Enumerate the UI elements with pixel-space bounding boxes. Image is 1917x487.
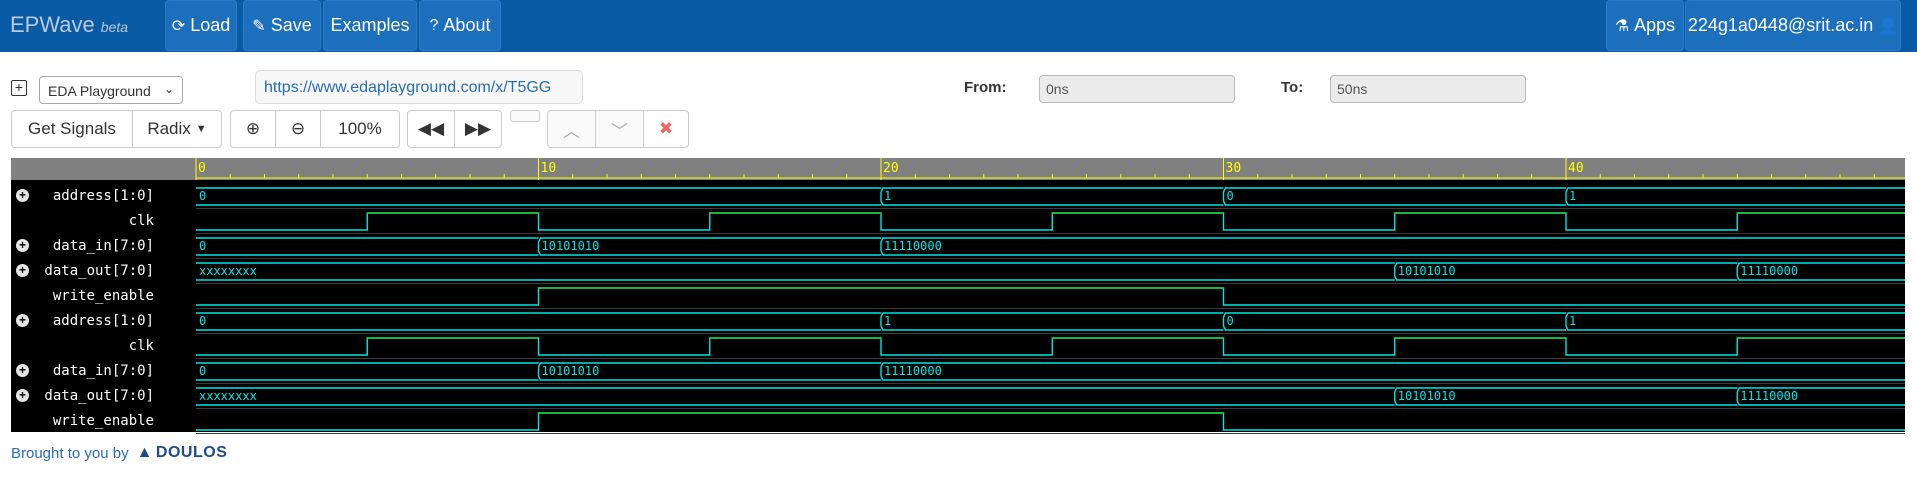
playground-select[interactable]: EDA Playground ⌄ — [39, 76, 183, 104]
chevron-down-icon: ﹀ — [611, 121, 628, 141]
signal-row[interactable]: + data_out[7:0] — [11, 384, 194, 409]
zoom-out-button[interactable]: ⊖ — [275, 110, 321, 148]
signal-name: data_in[7:0] — [52, 363, 154, 379]
user-email: 224g1a0448@srit.ac.in — [1687, 15, 1874, 35]
get-signals-label: Get Signals — [28, 119, 116, 138]
signal-row[interactable]: write_enable — [11, 409, 194, 434]
doulos-brand-text: DOULOS — [155, 444, 228, 461]
brand-name: EPWave — [10, 12, 95, 37]
pencil-icon: ✎ — [252, 17, 266, 35]
zoom-in-button[interactable]: ⊕ — [230, 110, 276, 148]
question-circle-icon: ? — [429, 16, 439, 34]
load-button[interactable]: ⟳ Load — [165, 0, 237, 51]
refresh-icon: ⟳ — [171, 17, 186, 35]
close-icon: ✖ — [658, 119, 674, 138]
zoom-out-icon: ⊖ — [290, 119, 306, 138]
signal-row[interactable]: + data_out[7:0] — [11, 259, 194, 284]
save-label: Save — [270, 15, 312, 35]
doulos-logo-icon: ▲ — [136, 444, 153, 461]
footer-text: Brought to you by — [11, 444, 129, 462]
brand-beta: beta — [100, 19, 129, 35]
waveform-panel — [11, 158, 1905, 432]
to-label: To: — [1281, 79, 1304, 96]
radix-dropdown-button[interactable]: Radix ▼ — [132, 110, 222, 148]
chevron-up-icon: ︿ — [563, 121, 580, 141]
signal-name: address[1:0] — [52, 188, 154, 204]
radix-label: Radix — [147, 119, 191, 138]
user-account-button[interactable]: 224g1a0448@srit.ac.in 👤 — [1685, 0, 1901, 51]
playground-select-value: EDA Playground — [48, 83, 151, 99]
zoom-level-display: 100% — [320, 110, 400, 148]
zoom-in-icon: ⊕ — [245, 119, 261, 138]
examples-button[interactable]: Examples — [323, 0, 417, 51]
go-to-end-button[interactable]: ▶▶ — [454, 110, 502, 148]
signal-name: clk — [128, 213, 154, 229]
expand-signal-icon[interactable]: + — [16, 314, 29, 327]
app-brand[interactable]: EPWave beta — [10, 12, 128, 38]
expand-all-icon[interactable]: + — [11, 80, 27, 96]
expand-signal-icon[interactable]: + — [16, 239, 29, 252]
get-signals-button[interactable]: Get Signals — [11, 110, 133, 148]
from-time-input[interactable]: 0ns — [1039, 75, 1235, 103]
user-icon: 👤 — [1878, 17, 1899, 35]
signal-row[interactable]: + data_in[7:0] — [11, 234, 194, 259]
signal-name: write_enable — [52, 288, 154, 304]
go-to-start-button[interactable]: ◀◀ — [407, 110, 455, 148]
next-edge-button[interactable]: ﹀ — [595, 110, 644, 148]
signal-name: write_enable — [52, 413, 154, 429]
signal-name: address[1:0] — [52, 313, 154, 329]
expand-signal-icon[interactable]: + — [16, 364, 29, 377]
signal-row[interactable]: clk — [11, 209, 194, 234]
examples-label: Examples — [330, 15, 410, 35]
doulos-logo-link[interactable]: ▲ DOULOS — [137, 444, 228, 462]
cursor-value-box — [510, 110, 540, 122]
signal-row[interactable]: write_enable — [11, 284, 194, 309]
about-label: About — [443, 15, 491, 35]
backward-icon: ◀◀ — [417, 119, 445, 138]
signal-row[interactable]: + data_in[7:0] — [11, 359, 194, 384]
signal-row[interactable]: + address[1:0] — [11, 184, 194, 209]
previous-edge-button[interactable]: ︿ — [547, 110, 596, 148]
save-button[interactable]: ✎ Save — [243, 0, 321, 51]
flask-icon: ⚗ — [1614, 17, 1630, 35]
signal-row[interactable]: clk — [11, 334, 194, 359]
expand-signal-icon[interactable]: + — [16, 264, 29, 277]
about-button[interactable]: ? About — [419, 0, 501, 51]
top-navbar: EPWave beta ⟳ Load ✎ Save Examples ? About ⚗… — [0, 0, 1917, 52]
expand-signal-icon[interactable]: + — [16, 389, 29, 402]
signal-row[interactable]: + address[1:0] — [11, 309, 194, 334]
from-label: From: — [964, 79, 1007, 96]
remove-signal-button[interactable]: ✖ — [643, 110, 689, 148]
time-ruler — [11, 158, 1905, 180]
to-time-input[interactable]: 50ns — [1330, 75, 1526, 103]
signal-name: data_out[7:0] — [44, 263, 154, 279]
signal-name: data_in[7:0] — [52, 238, 154, 254]
expand-signal-icon[interactable]: + — [16, 189, 29, 202]
apps-label: Apps — [1634, 15, 1676, 35]
footer-credit: Brought to you by ▲ DOULOS — [11, 444, 227, 462]
signal-name: data_out[7:0] — [44, 388, 154, 404]
load-label: Load — [190, 15, 231, 35]
signal-name: clk — [128, 338, 154, 354]
caret-down-icon: ▼ — [195, 123, 207, 135]
share-url-field[interactable]: https://www.edaplayground.com/x/T5GG — [255, 70, 583, 104]
apps-button[interactable]: ⚗ Apps — [1606, 0, 1684, 51]
chevron-down-icon: ⌄ — [163, 82, 174, 96]
forward-icon: ▶▶ — [464, 119, 492, 138]
